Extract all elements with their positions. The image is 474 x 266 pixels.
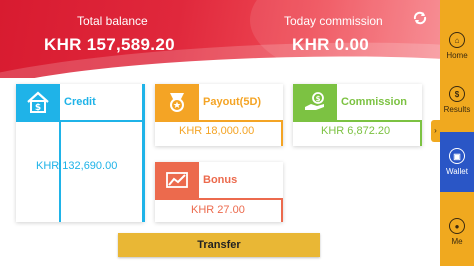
sidebar-collapse-handle[interactable]: ›	[431, 120, 440, 142]
credit-title: Credit	[64, 96, 96, 108]
today-commission-label: Today commission	[284, 14, 383, 28]
sidebar-item-label: Results	[443, 105, 471, 114]
today-commission-value: KHR 0.00	[292, 35, 370, 54]
sidebar-item-home[interactable]: ⌂ Home	[440, 18, 474, 74]
bonus-value: KHR 27.00	[191, 204, 245, 216]
medal-icon	[155, 84, 199, 120]
home-dollar-icon: $	[16, 84, 60, 120]
svg-text:$: $	[316, 95, 321, 103]
sidebar-item-label: Home	[446, 51, 468, 60]
sidebar-item-label: Wallet	[446, 167, 468, 176]
svg-text:$: $	[35, 103, 41, 113]
commission-value: KHR 6,872.20	[321, 125, 391, 137]
hand-money-icon: $	[293, 84, 337, 120]
payout-title: Payout(5D)	[203, 96, 262, 108]
transfer-button[interactable]: Transfer	[118, 233, 320, 257]
refresh-icon[interactable]	[411, 10, 429, 28]
home-icon: ⌂	[449, 32, 465, 48]
sidebar-nav: ⌂ Home $ Results ▣ Wallet ● Me	[440, 0, 474, 266]
credit-value: KHR 132,690.00	[36, 160, 118, 172]
sidebar-item-wallet[interactable]: ▣ Wallet	[440, 132, 474, 192]
commission-title: Commission	[341, 96, 408, 108]
sidebar-item-results[interactable]: $ Results	[440, 72, 474, 128]
bonus-card[interactable]: Bonus KHR 27.00	[155, 162, 283, 222]
payout-value: KHR 18,000.00	[179, 125, 255, 137]
commission-card[interactable]: $ Commission KHR 6,872.20	[293, 84, 422, 146]
bonus-title: Bonus	[203, 174, 238, 186]
total-balance-label: Total balance	[77, 14, 148, 28]
chart-icon	[155, 162, 199, 198]
credit-card[interactable]: $ Credit KHR 132,690.00	[16, 84, 144, 222]
total-balance-value: KHR 157,589.20	[44, 35, 175, 54]
dollar-icon: $	[449, 86, 465, 102]
user-icon: ●	[449, 218, 465, 234]
sidebar-item-me[interactable]: ● Me	[440, 204, 474, 260]
wallet-icon: ▣	[449, 148, 465, 164]
sidebar-item-label: Me	[451, 237, 463, 246]
payout-card[interactable]: Payout(5D) KHR 18,000.00	[155, 84, 283, 146]
